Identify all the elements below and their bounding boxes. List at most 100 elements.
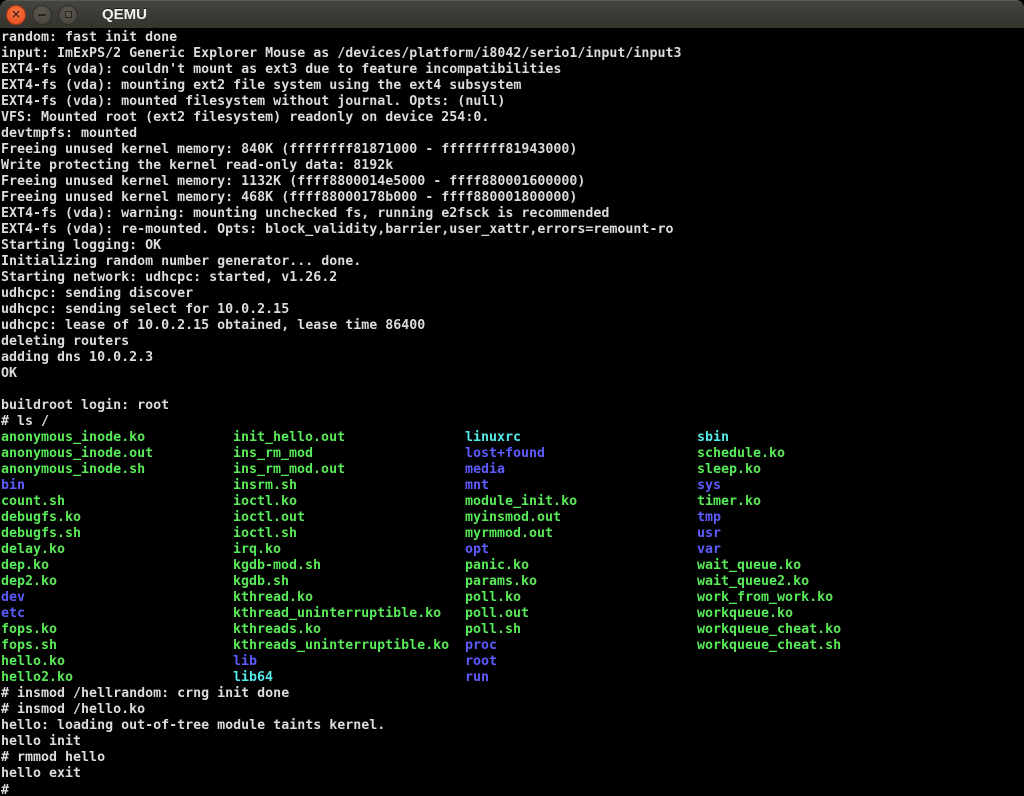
file-entry: ins_rm_mod.out — [233, 462, 465, 478]
file-entry: run — [465, 670, 697, 686]
file-entry: poll.ko — [465, 590, 697, 606]
file-entry: kthreads_uninterruptible.ko — [233, 638, 465, 654]
file-entry: workqueue.ko — [697, 606, 929, 622]
shell-prompt: # — [1, 782, 1024, 796]
file-entry: anonymous_inode.out — [1, 446, 233, 462]
console-line: EXT4-fs (vda): re-mounted. Opts: block_v… — [1, 222, 1024, 238]
file-entry: sbin — [697, 430, 929, 446]
console-line: hello init — [1, 734, 1024, 750]
console-line: EXT4-fs (vda): couldn't mount as ext3 du… — [1, 62, 1024, 78]
close-button[interactable]: ✕ — [6, 5, 26, 25]
file-entry: usr — [697, 526, 929, 542]
maximize-icon — [65, 11, 72, 18]
file-entry: kthread.ko — [233, 590, 465, 606]
file-entry: ins_rm_mod — [233, 446, 465, 462]
file-entry: ioctl.sh — [233, 526, 465, 542]
file-entry: wait_queue2.ko — [697, 574, 929, 590]
console-line: Write protecting the kernel read-only da… — [1, 158, 1024, 174]
file-entry: lib64 — [233, 670, 465, 686]
file-listing-row: debugfs.koioctl.outmyinsmod.outtmp — [1, 510, 1024, 526]
file-listing-row: fops.kokthreads.kopoll.shworkqueue_cheat… — [1, 622, 1024, 638]
file-entry: tmp — [697, 510, 929, 526]
console-line: random: fast init done — [1, 30, 1024, 46]
file-entry: module_init.ko — [465, 494, 697, 510]
console-line: devtmpfs: mounted — [1, 126, 1024, 142]
console-line: Starting network: udhcpc: started, v1.26… — [1, 270, 1024, 286]
qemu-terminal[interactable]: random: fast init doneinput: ImExPS/2 Ge… — [0, 28, 1024, 796]
file-listing-row: dep2.kokgdb.shparams.kowait_queue2.ko — [1, 574, 1024, 590]
console-line: EXT4-fs (vda): warning: mounting uncheck… — [1, 206, 1024, 222]
file-entry: fops.sh — [1, 638, 233, 654]
file-entry: init_hello.out — [233, 430, 465, 446]
file-entry: delay.ko — [1, 542, 233, 558]
file-entry: proc — [465, 638, 697, 654]
console-line: hello: loading out-of-tree module taints… — [1, 718, 1024, 734]
file-listing-row: hello.kolibroot — [1, 654, 1024, 670]
console-line: hello exit — [1, 766, 1024, 782]
file-entry: debugfs.ko — [1, 510, 233, 526]
file-entry: anonymous_inode.sh — [1, 462, 233, 478]
maximize-button[interactable] — [58, 5, 78, 25]
file-listing-row: anonymous_inode.shins_rm_mod.outmediasle… — [1, 462, 1024, 478]
file-entry: debugfs.sh — [1, 526, 233, 542]
file-listing-row: delay.koirq.kooptvar — [1, 542, 1024, 558]
file-entry: kgdb.sh — [233, 574, 465, 590]
file-entry: ioctl.out — [233, 510, 465, 526]
file-listing-row: hello2.kolib64run — [1, 670, 1024, 686]
console-line: deleting routers — [1, 334, 1024, 350]
file-entry: panic.ko — [465, 558, 697, 574]
file-entry: dep2.ko — [1, 574, 233, 590]
console-line: VFS: Mounted root (ext2 filesystem) read… — [1, 110, 1024, 126]
console-line: adding dns 10.0.2.3 — [1, 350, 1024, 366]
file-entry: anonymous_inode.ko — [1, 430, 233, 446]
terminal-cursor — [17, 785, 25, 796]
file-listing-row: anonymous_inode.koinit_hello.outlinuxrcs… — [1, 430, 1024, 446]
file-entry: work_from_work.ko — [697, 590, 929, 606]
file-entry: kthreads.ko — [233, 622, 465, 638]
file-entry: lib — [233, 654, 465, 670]
file-entry: linuxrc — [465, 430, 697, 446]
file-entry: wait_queue.ko — [697, 558, 929, 574]
file-entry: lost+found — [465, 446, 697, 462]
console-line: Initializing random number generator... … — [1, 254, 1024, 270]
file-entry: mnt — [465, 478, 697, 494]
file-entry: media — [465, 462, 697, 478]
console-line: input: ImExPS/2 Generic Explorer Mouse a… — [1, 46, 1024, 62]
file-entry: timer.ko — [697, 494, 929, 510]
file-entry: ioctl.ko — [233, 494, 465, 510]
file-entry: kthread_uninterruptible.ko — [233, 606, 465, 622]
console-line: EXT4-fs (vda): mounted filesystem withou… — [1, 94, 1024, 110]
file-entry: sleep.ko — [697, 462, 929, 478]
console-line: udhcpc: sending select for 10.0.2.15 — [1, 302, 1024, 318]
file-listing-row: devkthread.kopoll.kowork_from_work.ko — [1, 590, 1024, 606]
console-line: udhcpc: sending discover — [1, 286, 1024, 302]
file-entry: hello.ko — [1, 654, 233, 670]
console-line: OK — [1, 366, 1024, 382]
file-entry: schedule.ko — [697, 446, 929, 462]
file-entry: myinsmod.out — [465, 510, 697, 526]
file-entry: opt — [465, 542, 697, 558]
console-line: Freeing unused kernel memory: 840K (ffff… — [1, 142, 1024, 158]
console-line: # ls / — [1, 414, 1024, 430]
file-entry: workqueue_cheat.ko — [697, 622, 929, 638]
title-bar[interactable]: ✕ QEMU — [0, 0, 1024, 28]
file-entry: kgdb-mod.sh — [233, 558, 465, 574]
window-title: QEMU — [102, 6, 147, 23]
console-line: Freeing unused kernel memory: 468K (ffff… — [1, 190, 1024, 206]
file-listing-row: count.shioctl.komodule_init.kotimer.ko — [1, 494, 1024, 510]
file-listing-row: fops.shkthreads_uninterruptible.koprocwo… — [1, 638, 1024, 654]
file-entry: dep.ko — [1, 558, 233, 574]
file-entry: var — [697, 542, 929, 558]
file-entry: myrmmod.out — [465, 526, 697, 542]
minimize-icon — [38, 14, 46, 16]
file-listing-row: dep.kokgdb-mod.shpanic.kowait_queue.ko — [1, 558, 1024, 574]
file-entry: bin — [1, 478, 233, 494]
file-entry: poll.sh — [465, 622, 697, 638]
file-listing-row: bininsrm.shmntsys — [1, 478, 1024, 494]
close-icon: ✕ — [11, 8, 21, 20]
file-entry: hello2.ko — [1, 670, 233, 686]
console-line: # insmod /hello.ko — [1, 702, 1024, 718]
console-line: udhcpc: lease of 10.0.2.15 obtained, lea… — [1, 318, 1024, 334]
qemu-window: ✕ QEMU random: fast init doneinput: ImEx… — [0, 0, 1024, 796]
minimize-button[interactable] — [32, 5, 52, 25]
